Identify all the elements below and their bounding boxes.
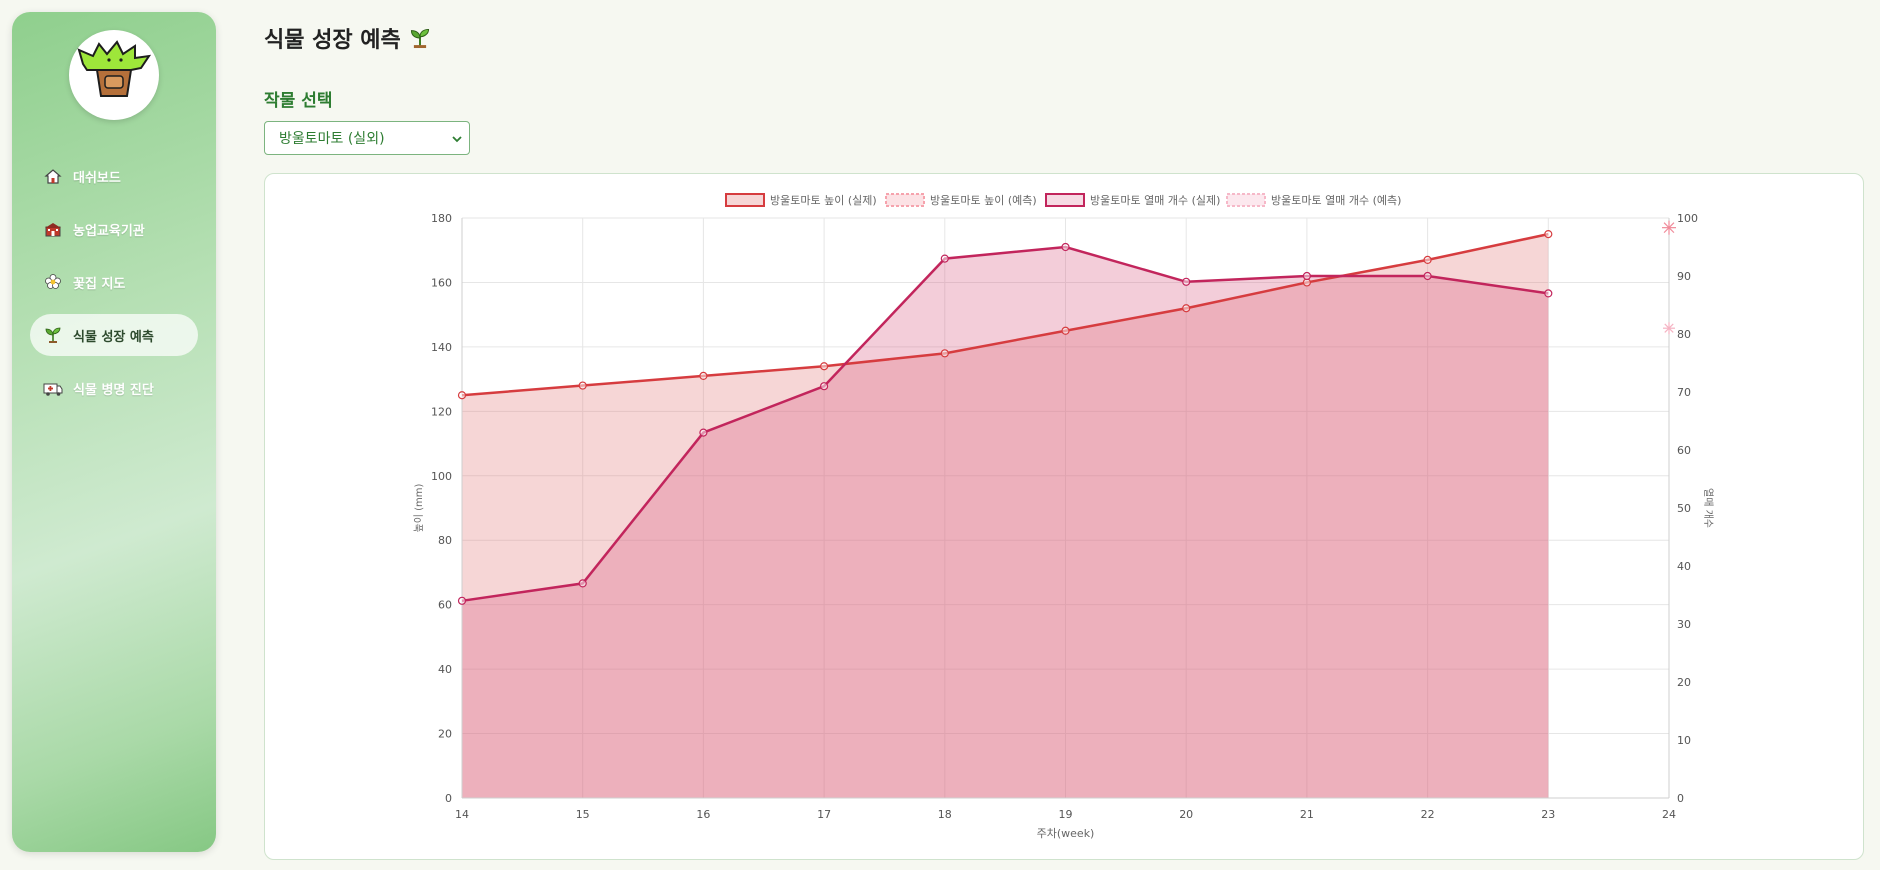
height-actual-point [940, 349, 949, 358]
legend-label: 방울토마토 높이 (실제) [770, 194, 877, 207]
fruit-count-actual-point [940, 254, 949, 263]
y2-tick-label: 20 [1677, 676, 1691, 689]
x-tick-label: 20 [1179, 808, 1193, 821]
sidebar-item-education[interactable]: 농업교육기관 [30, 208, 198, 250]
crop-select[interactable]: 방울토마토 (실외) [264, 121, 470, 155]
x-tick-label: 24 [1662, 808, 1676, 821]
sidebar-item-label: 농업교육기관 [73, 223, 145, 239]
y-tick-label: 80 [438, 534, 452, 547]
fruit-count-actual-point [819, 382, 829, 391]
y2-tick-label: 90 [1677, 270, 1691, 283]
sidebar-item-growth-prediction[interactable]: 식물 성장 예측 [30, 314, 198, 356]
sidebar-item-dashboard[interactable]: 대쉬보드 [30, 155, 198, 197]
fruit-count-actual-point [457, 596, 467, 605]
crop-select-value: 방울토마토 (실외) [279, 131, 385, 147]
legend-swatch [1045, 193, 1085, 207]
y2-tick-label: 10 [1677, 734, 1691, 747]
y2-tick-label: 100 [1677, 212, 1698, 225]
x-axis-title: 주차(week) [1037, 827, 1095, 840]
crop-select-label: 작물 선택 [264, 91, 333, 111]
height-actual-point [819, 362, 829, 371]
sprout-icon [43, 325, 63, 345]
height-actual-point [1061, 326, 1070, 335]
fruit-count-actual-point [699, 428, 708, 437]
growth-chart: 14 15 16 17 18 19 20 21 22 23 24020406080100120140… [413, 193, 1714, 840]
fruit-count-actual-point [1423, 271, 1432, 281]
school-icon [43, 219, 63, 239]
home-icon [43, 166, 63, 186]
x-tick-label: 19 [1059, 808, 1073, 821]
y-tick-label: 40 [438, 663, 452, 676]
height-predicted-point [1662, 220, 1676, 235]
legend-label: 방울토마토 높이 (예측) [930, 194, 1037, 207]
sidebar-nav: 대쉬보드 농업교육기관 꽃집 지도 식물 성장 예측 식물 병명 진단 [30, 155, 198, 420]
y2-tick-label: 80 [1677, 328, 1691, 341]
app-logo[interactable] [69, 30, 159, 120]
height-actual-point [1544, 230, 1553, 239]
flower-icon [43, 272, 63, 292]
y-tick-label: 180 [431, 212, 452, 225]
y-tick-label: 140 [431, 341, 452, 354]
legend-label: 방울토마토 열매 개수 (실제) [1090, 194, 1220, 207]
legend-swatch [885, 193, 925, 207]
height-actual-point [699, 371, 708, 380]
plant-pot-logo-icon [77, 40, 152, 97]
fruit-count-actual-point [1182, 277, 1191, 286]
y2-tick-label: 50 [1677, 502, 1691, 515]
sidebar-item-disease-diagnosis[interactable]: 식물 병명 진단 [30, 367, 198, 409]
growth-chart-card: 14 15 16 17 18 19 20 21 22 23 24 0 20 40 60 80 100 120 140… [264, 173, 1864, 860]
y-axis-title: 높이 (mm) [413, 483, 425, 532]
y2-tick-label: 60 [1677, 444, 1691, 457]
height-actual-point [1182, 304, 1191, 313]
chevron-down-icon [451, 133, 463, 149]
page-title-text: 식물 성장 예측 [264, 28, 401, 53]
legend-swatch [1226, 193, 1266, 207]
height-actual-point [457, 391, 467, 400]
page-title: 식물 성장 예측 [264, 22, 431, 54]
fruit-count-actual-point [1544, 289, 1553, 298]
x-tick-label: 14 [455, 808, 469, 821]
x-tick-label: 17 [817, 808, 831, 821]
x-tick-label: 21 [1300, 808, 1314, 821]
x-tick-label: 18 [938, 808, 952, 821]
y2-tick-label: 70 [1677, 386, 1691, 399]
sidebar: 대쉬보드 농업교육기관 꽃집 지도 식물 성장 예측 식물 병명 진단 [12, 12, 216, 852]
fruit-count-actual-point [1061, 242, 1070, 252]
sidebar-item-label: 대쉬보드 [73, 170, 121, 186]
y-tick-label: 0 [445, 792, 452, 805]
x-tick-label: 15 [576, 808, 590, 821]
y-tick-label: 20 [438, 728, 452, 741]
x-tick-label: 23 [1541, 808, 1555, 821]
y-tick-label: 120 [431, 405, 452, 418]
fruit-count-actual-point [578, 579, 587, 588]
y2-axis-title: 열매 개수 [1702, 488, 1714, 528]
height-actual-point [1423, 255, 1432, 264]
y2-tick-label: 30 [1677, 618, 1691, 631]
y2-tick-label: 40 [1677, 560, 1691, 573]
sidebar-item-label: 꽃집 지도 [73, 276, 126, 292]
legend-swatch [725, 193, 765, 207]
ambulance-icon [43, 378, 63, 398]
y-tick-label: 100 [431, 470, 452, 483]
y2-tick-label: 0 [1677, 792, 1684, 805]
sidebar-item-label: 식물 성장 예측 [73, 329, 154, 345]
legend-label: 방울토마토 열매 개수 (예측) [1271, 194, 1401, 207]
y-tick-label: 60 [438, 599, 452, 612]
sidebar-item-flower-map[interactable]: 꽃집 지도 [30, 261, 198, 303]
fruit-count-predicted-point [1663, 322, 1675, 335]
x-tick-label: 22 [1421, 808, 1435, 821]
sidebar-item-label: 식물 병명 진단 [73, 382, 154, 398]
sprout-icon [409, 27, 431, 49]
fruit-count-actual-point [1302, 271, 1312, 281]
x-tick-label: 16 [696, 808, 710, 821]
y-tick-label: 160 [431, 276, 452, 289]
height-actual-point [578, 381, 587, 390]
